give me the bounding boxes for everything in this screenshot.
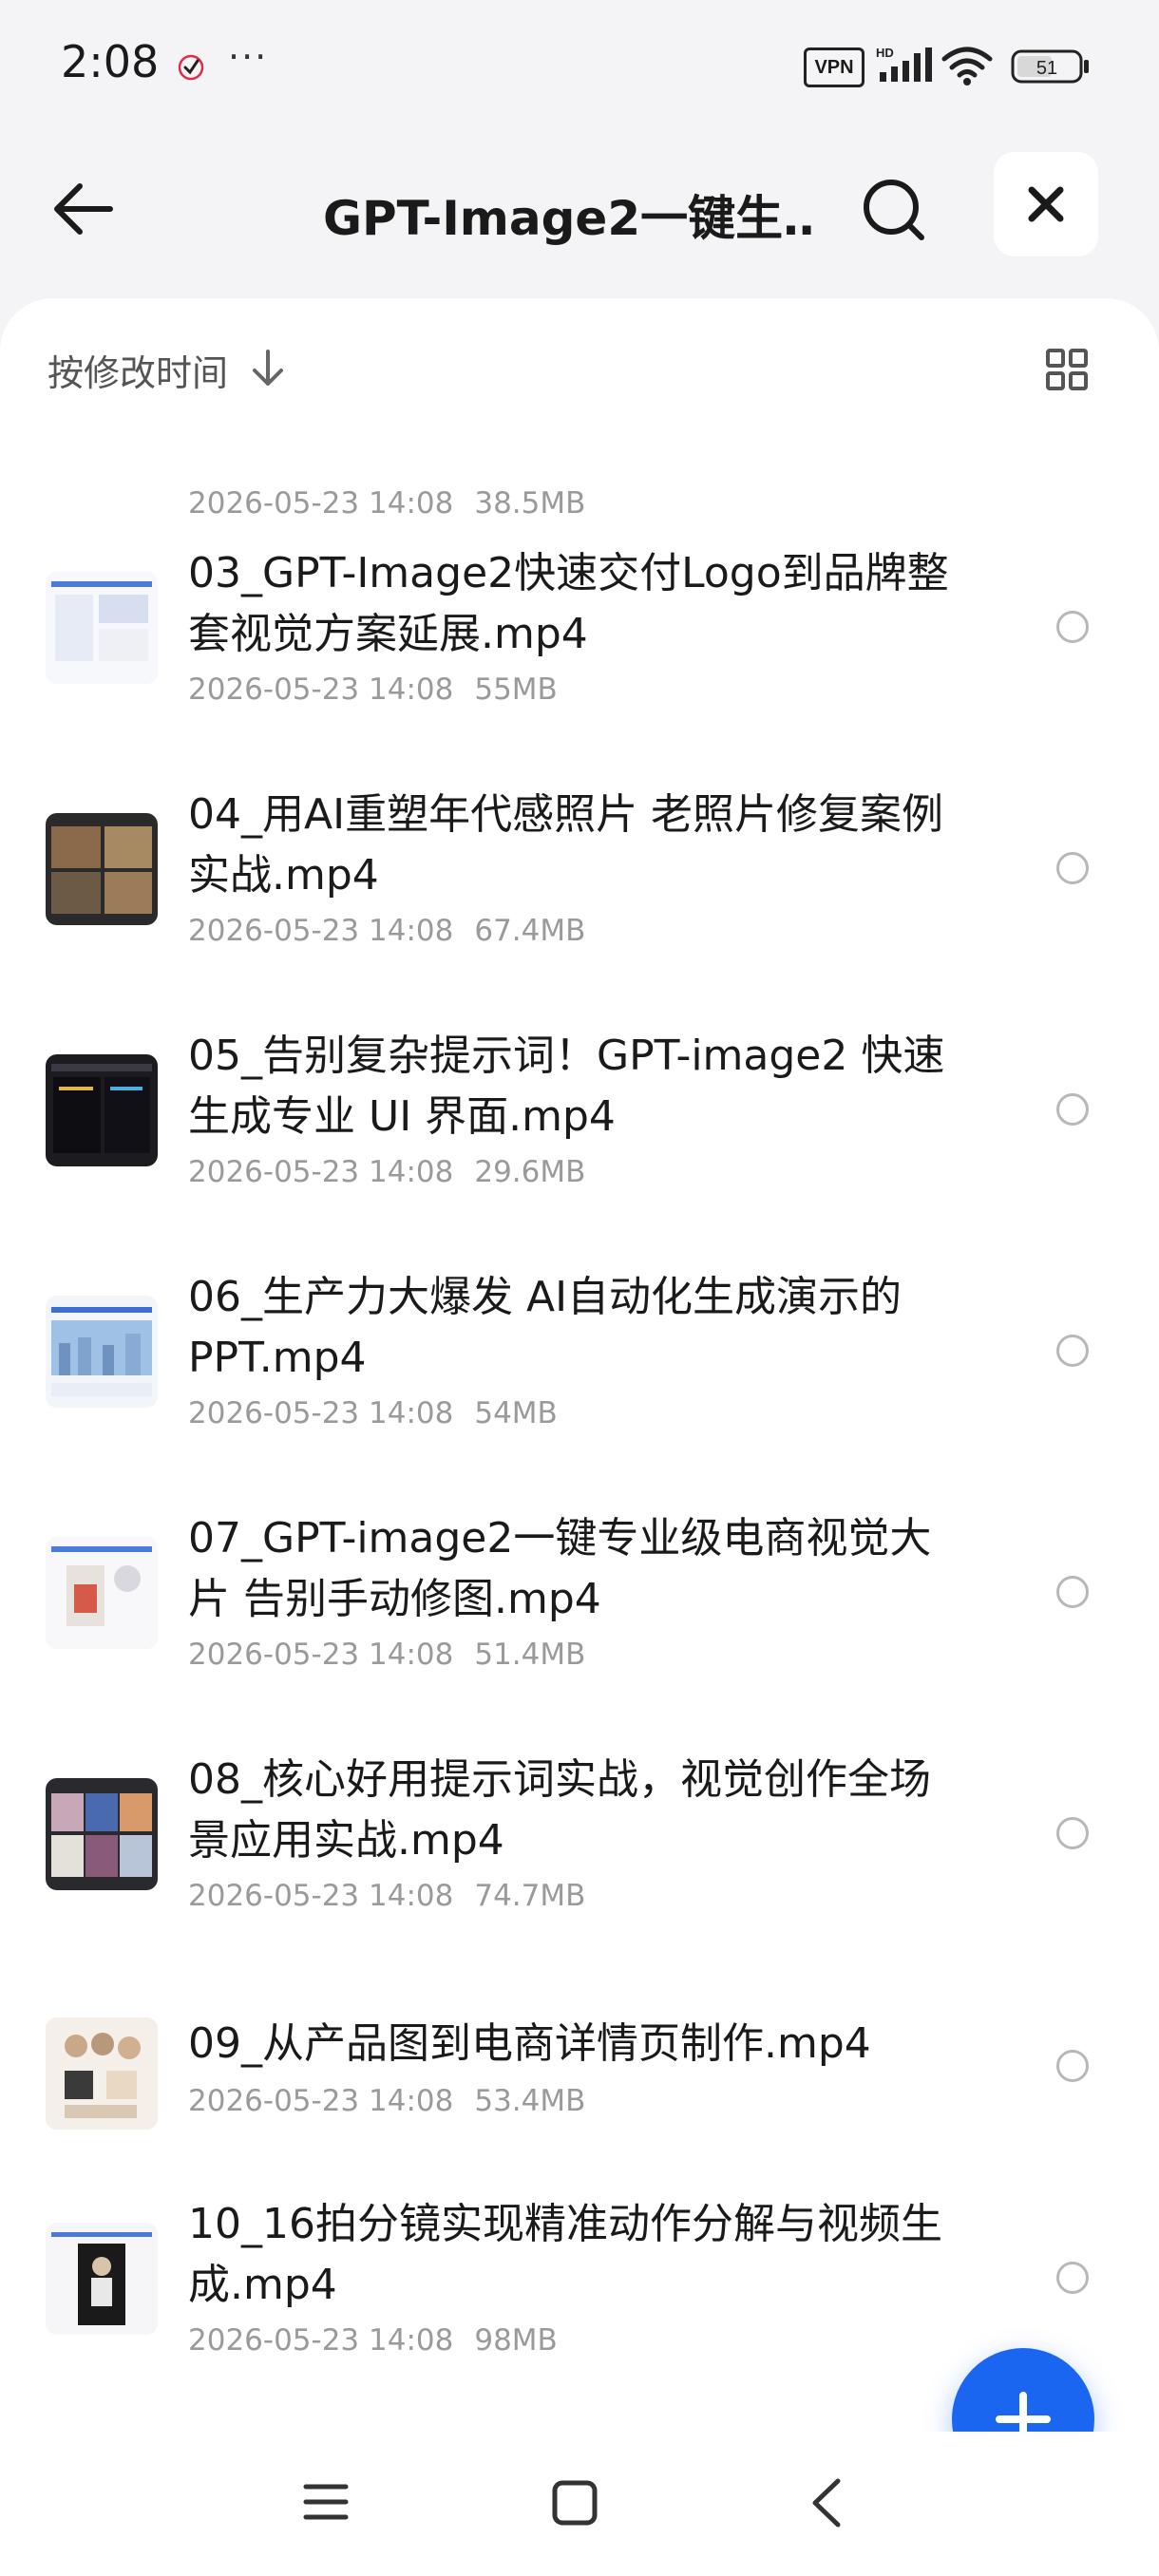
file-size: 55MB xyxy=(474,672,558,707)
file-date: 2026-05-23 14:08 xyxy=(188,1396,454,1430)
video-thumbnail xyxy=(46,572,158,684)
file-title: 07_GPT-image2一键专业级电商视觉大片 告别手动修图.mp4 xyxy=(188,1514,932,1623)
battery-level: 51 xyxy=(1036,58,1057,79)
thumbnail-image xyxy=(46,2017,158,2130)
thumbnail-image xyxy=(46,2223,158,2335)
file-meta: 2026-05-23 14:08 53.4MB xyxy=(188,2084,585,2118)
file-size: 38.5MB xyxy=(474,486,586,521)
back-button[interactable] xyxy=(46,171,122,247)
file-title: 10_16拍分镜实现精准动作分解与视频生成.mp4 xyxy=(188,2200,942,2309)
sort-by-modified-time[interactable]: 按修改时间 xyxy=(48,344,228,396)
file-meta: 2026-05-23 14:08 74.7MB xyxy=(188,1879,585,1913)
file-meta: 2026-05-23 14:08 29.6MB xyxy=(188,1155,585,1189)
file-list-sheet: 2026-05-23 14:08 38.5MB 03_GPT-Image2快速交付… xyxy=(0,298,1159,2576)
notification-icon xyxy=(178,54,204,81)
sort-bar: 按修改时间 xyxy=(0,298,1159,441)
file-date: 2026-05-23 14:08 xyxy=(188,486,454,521)
thumbnail-image xyxy=(46,572,158,684)
select-radio[interactable] xyxy=(1056,1335,1089,1367)
thumbnail-image xyxy=(46,1778,158,1890)
close-icon xyxy=(1028,186,1064,222)
system-nav-bar xyxy=(0,2432,1159,2576)
select-radio[interactable] xyxy=(1056,2262,1089,2294)
file-meta: 2026-05-23 14:08 51.4MB xyxy=(188,1638,585,1672)
file-title: 05_告别复杂提示词！GPT-image2 快速生成专业 UI 界面.mp4 xyxy=(188,1032,945,1141)
file-size: 74.7MB xyxy=(474,1879,586,1913)
nav-back-icon[interactable] xyxy=(808,2477,846,2529)
select-radio[interactable] xyxy=(1056,852,1089,884)
thumbnail-image xyxy=(46,813,158,925)
file-title: 06_生产力大爆发 AI自动化生成演示的PPT.mp4 xyxy=(188,1273,902,1382)
arrow-down-icon[interactable] xyxy=(249,348,287,389)
file-title: 04_用AI重塑年代感照片 老照片修复案例实战.mp4 xyxy=(188,790,944,900)
file-date: 2026-05-23 14:08 xyxy=(188,1879,454,1913)
file-date: 2026-05-23 14:08 xyxy=(188,1638,454,1672)
video-thumbnail xyxy=(46,1296,158,1408)
file-date: 2026-05-23 14:08 xyxy=(188,672,454,707)
file-size: 54MB xyxy=(474,1396,558,1430)
select-radio[interactable] xyxy=(1056,1817,1089,1849)
thumbnail-image xyxy=(46,1054,158,1166)
file-list-screen: 2:08 ··· VPN HD 51 GPT-Image2一键生… 2026-0… xyxy=(0,0,1159,2576)
file-size: 51.4MB xyxy=(474,1638,586,1672)
status-bar: 2:08 ··· VPN HD 51 xyxy=(0,0,1159,133)
signal-hd-label: HD xyxy=(876,46,894,60)
file-size: 53.4MB xyxy=(474,2084,586,2118)
file-title: 09_从产品图到电商详情页制作.mp4 xyxy=(188,2019,871,2068)
vpn-icon: VPN xyxy=(804,47,864,87)
file-date: 2026-05-23 14:08 xyxy=(188,2084,454,2118)
signal-icon: HD xyxy=(876,46,932,82)
file-meta: 2026-05-23 14:08 98MB xyxy=(188,2323,558,2358)
more-notifications-icon: ··· xyxy=(228,36,269,78)
video-thumbnail xyxy=(46,2223,158,2335)
thumbnail-image xyxy=(46,1296,158,1408)
wifi-icon xyxy=(941,47,993,85)
file-date: 2026-05-23 14:08 xyxy=(188,1155,454,1189)
app-header: GPT-Image2一键生… xyxy=(0,142,1159,275)
video-thumbnail xyxy=(46,813,158,925)
search-button[interactable] xyxy=(855,171,931,247)
file-title: 08_核心好用提示词实战，视觉创作全场景应用实战.mp4 xyxy=(188,1755,931,1865)
file-date: 2026-05-23 14:08 xyxy=(188,914,454,948)
video-thumbnail xyxy=(46,1537,158,1649)
file-size: 67.4MB xyxy=(474,914,586,948)
file-meta: 2026-05-23 14:08 54MB xyxy=(188,1396,558,1430)
select-radio[interactable] xyxy=(1056,611,1089,643)
page-title: GPT-Image2一键生… xyxy=(323,191,817,246)
menu-icon[interactable] xyxy=(302,2481,350,2523)
select-radio[interactable] xyxy=(1056,1093,1089,1126)
video-thumbnail xyxy=(46,2017,158,2130)
file-meta: 2026-05-23 14:08 38.5MB xyxy=(188,486,585,521)
select-radio[interactable] xyxy=(1056,1576,1089,1608)
file-meta: 2026-05-23 14:08 67.4MB xyxy=(188,914,585,948)
file-size: 98MB xyxy=(474,2323,558,2358)
select-radio[interactable] xyxy=(1056,2050,1089,2082)
file-meta: 2026-05-23 14:08 55MB xyxy=(188,672,558,707)
video-thumbnail xyxy=(46,1778,158,1890)
status-time: 2:08 xyxy=(61,36,160,87)
file-title: 03_GPT-Image2快速交付Logo到品牌整套视觉方案延展.mp4 xyxy=(188,549,949,658)
close-button[interactable] xyxy=(994,152,1098,256)
home-icon[interactable] xyxy=(551,2479,598,2527)
battery-icon: 51 xyxy=(1011,49,1089,84)
thumbnail-image xyxy=(46,1537,158,1649)
video-thumbnail xyxy=(46,1054,158,1166)
file-size: 29.6MB xyxy=(474,1155,586,1189)
grid-view-icon[interactable] xyxy=(1045,348,1089,391)
file-date: 2026-05-23 14:08 xyxy=(188,2323,454,2358)
